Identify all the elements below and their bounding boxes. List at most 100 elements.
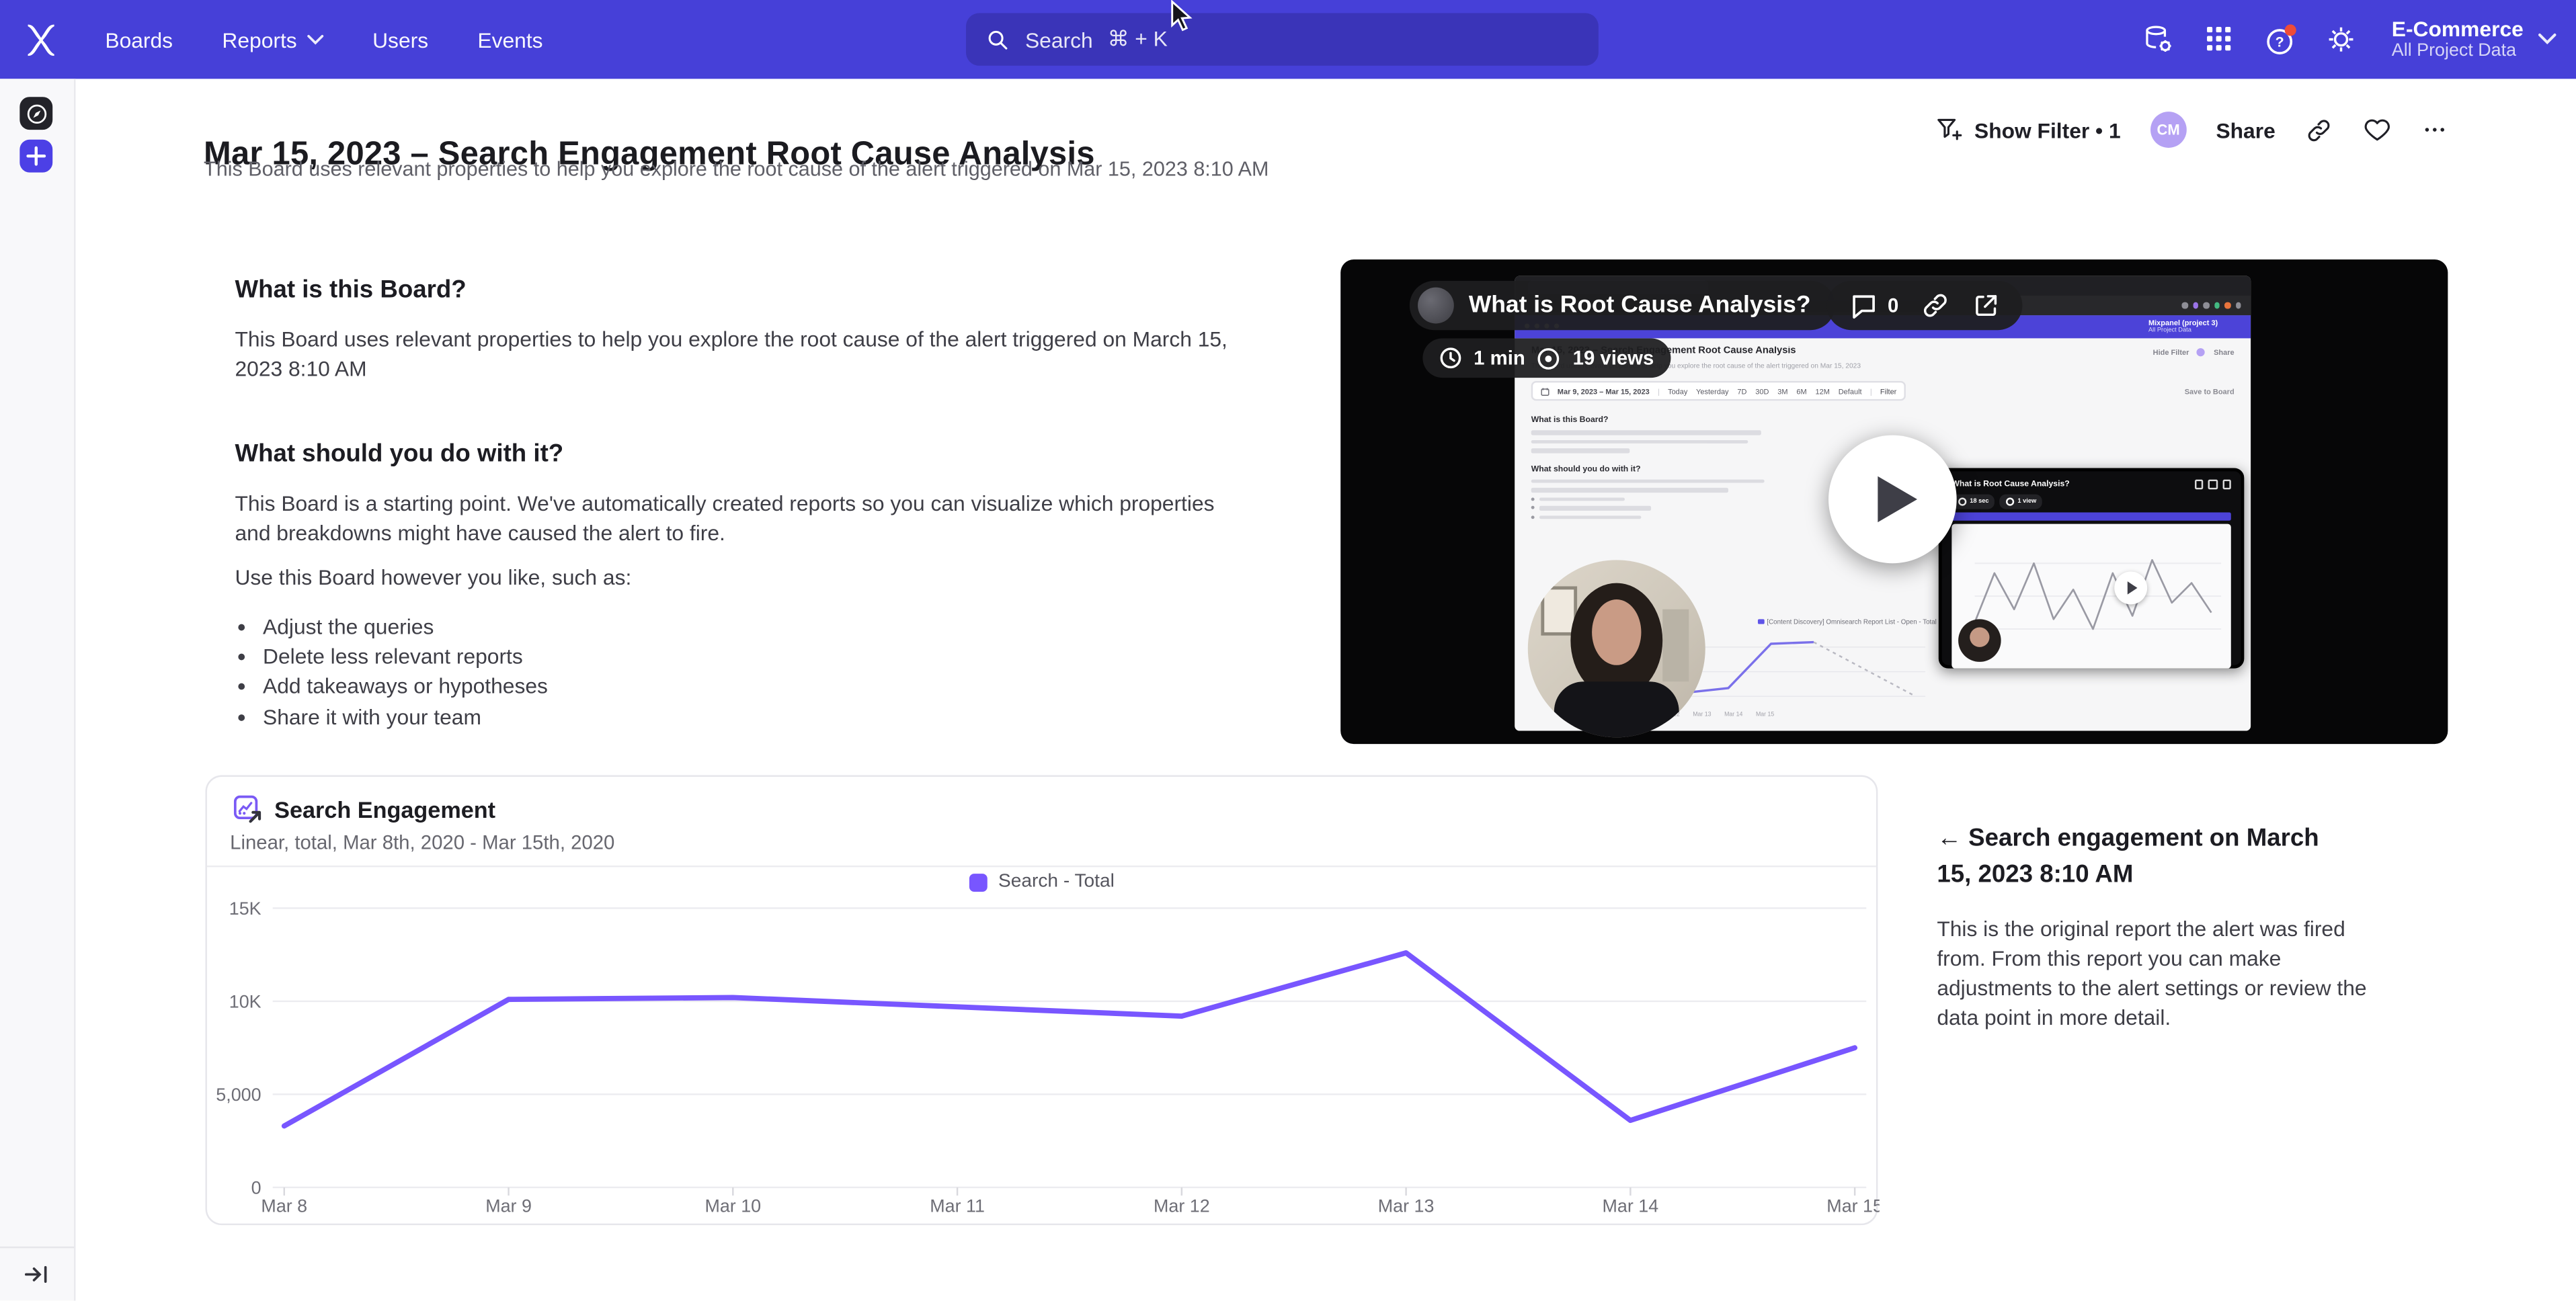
project-scope: All Project Data [2392, 40, 2524, 62]
svg-text:Mar 9: Mar 9 [485, 1196, 532, 1216]
copy-link-button[interactable] [2305, 116, 2333, 144]
grid-icon [2203, 23, 2234, 54]
video-title-pill: What is Root Cause Analysis? [1410, 281, 1835, 330]
database-gear-icon [2142, 23, 2175, 56]
mini-filter: Filter [1880, 387, 1896, 395]
svg-text:Mar 15: Mar 15 [1826, 1196, 1879, 1216]
mini-save-to-board: Save to Board [2185, 387, 2235, 395]
comment-icon[interactable] [1848, 290, 1879, 321]
link-icon[interactable] [1920, 291, 1949, 321]
nested-webcam-circle [1958, 618, 2001, 661]
gear-icon [2325, 23, 2358, 56]
nav-right-cluster: ? E-Commerce All Project Data [2142, 0, 2556, 79]
usage-list: Adjust the queries Delete less relevant … [235, 613, 1234, 732]
settings-button[interactable] [2325, 23, 2358, 56]
engagement-line-chart[interactable]: 05,00010K15KMar 8Mar 9Mar 10Mar 11Mar 12… [207, 866, 1880, 1227]
mini-project-scope: All Project Data [2148, 327, 2218, 334]
svg-text:Mar 11: Mar 11 [930, 1196, 985, 1216]
avatar[interactable]: CM [2150, 112, 2187, 148]
mini-project-name: Mixpanel (project 3) [2148, 318, 2218, 327]
apps-grid-button[interactable] [2203, 23, 2236, 56]
report-card: Search Engagement Linear, total, Mar 8th… [205, 775, 1878, 1226]
report-note-heading: ← Search engagement on March 15, 2023 8:… [1937, 821, 2351, 894]
play-button[interactable] [1828, 435, 1957, 564]
report-note-body: This is the original report the alert wa… [1937, 915, 2377, 1033]
chevron-down-icon [2538, 33, 2557, 46]
line-report-icon [233, 795, 264, 826]
mixpanel-board-page: Boards Reports Users Events Search ⌘ + K [0, 0, 2576, 1301]
nav-item-label: Users [372, 27, 428, 52]
nav-item-events[interactable]: Events [477, 27, 542, 52]
expand-sidebar-button[interactable] [23, 1263, 49, 1286]
video-card[interactable]: Mixpanel (project 3) All Project Data Ma… [1340, 259, 2448, 744]
webcam-circle [1528, 560, 1705, 737]
svg-text:?: ? [2275, 34, 2284, 50]
eye-icon [2005, 497, 2014, 505]
nav-item-boards[interactable]: Boards [105, 27, 173, 52]
mini-heading-1: What is this Board? [1531, 415, 1778, 425]
share-button[interactable]: Share [2216, 118, 2275, 142]
video-stats-pill: 1 min 19 views [1422, 338, 1670, 378]
nested-video-icons [2194, 480, 2231, 489]
nav-item-label: Boards [105, 27, 173, 52]
compass-icon [24, 101, 48, 126]
nested-views: 1 view [2017, 498, 2036, 505]
list-item: Share it with your team [263, 702, 1234, 732]
more-options-button[interactable] [2421, 117, 2448, 143]
board-subtitle: This Board uses relevant properties to h… [204, 158, 1269, 181]
nav-item-users[interactable]: Users [372, 27, 428, 52]
link-icon [2305, 116, 2333, 144]
report-note: ← Search engagement on March 15, 2023 8:… [1937, 821, 2377, 1033]
search-placeholder: Search [1025, 27, 1093, 52]
eye-icon [1537, 345, 1562, 370]
project-switcher[interactable]: E-Commerce All Project Data [2392, 17, 2557, 62]
video-actions-pill: 0 [1827, 281, 2022, 330]
nav-item-label: Reports [222, 27, 296, 52]
svg-text:Mar 8: Mar 8 [261, 1196, 307, 1216]
svg-text:15K: 15K [229, 898, 261, 919]
board-controls: Show Filter • 1 CM Share [1933, 108, 2448, 151]
filter-plus-icon [1933, 115, 1963, 144]
mini-avatar [2198, 347, 2206, 355]
heart-icon [2362, 115, 2392, 144]
mini-heading-2: What should you do with it? [1531, 464, 1778, 474]
calendar-icon [1541, 387, 1549, 395]
ellipsis-icon [2421, 117, 2448, 143]
list-item: Adjust the queries [263, 613, 1234, 642]
show-filter-label: Show Filter • 1 [1974, 118, 2121, 142]
help-button[interactable]: ? [2263, 23, 2296, 56]
nested-video-frame: What is Root Cause Analysis? 18 sec 1 vi… [1939, 468, 2245, 669]
svg-text:Mar 13: Mar 13 [1378, 1196, 1435, 1216]
data-management-button[interactable] [2142, 23, 2175, 56]
primary-nav: Boards Reports Users Events [105, 27, 542, 52]
svg-text:Mar 10: Mar 10 [705, 1196, 761, 1216]
section-body-what-do: This Board is a starting point. We've au… [235, 489, 1234, 548]
mini-legend: [Content Discovery] Omnisearch Report Li… [1767, 618, 1936, 626]
chevron-down-icon [307, 34, 323, 45]
mouse-cursor [1170, 0, 1193, 33]
search-icon [985, 27, 1010, 52]
report-title[interactable]: Search Engagement [274, 796, 495, 823]
board-text-block: What is this Board? This Board uses rele… [235, 263, 1234, 732]
mixpanel-logo-icon[interactable] [22, 19, 61, 59]
left-sidebar [0, 79, 75, 1300]
open-external-icon[interactable] [1971, 291, 2001, 321]
show-filter-button[interactable]: Show Filter • 1 [1933, 115, 2121, 144]
video-views: 19 views [1573, 347, 1654, 370]
svg-text:5,000: 5,000 [216, 1085, 261, 1105]
plus-icon [26, 146, 46, 166]
favorite-button[interactable] [2362, 115, 2392, 144]
list-item: Add takeaways or hypotheses [263, 673, 1234, 702]
top-navbar: Boards Reports Users Events Search ⌘ + K [0, 0, 2576, 79]
section-heading-what-do: What should you do with it? [235, 440, 1234, 468]
nav-item-reports[interactable]: Reports [222, 27, 323, 52]
svg-text:0: 0 [251, 1178, 261, 1198]
clock-icon [1958, 497, 1966, 505]
search-input[interactable]: Search ⌘ + K [966, 13, 1599, 66]
discover-button[interactable] [19, 97, 52, 130]
help-icon: ? [2263, 23, 2298, 57]
list-item: Delete less relevant reports [263, 642, 1234, 672]
create-new-button[interactable] [19, 140, 52, 173]
avatar-initials: CM [2157, 122, 2179, 138]
clock-icon [1439, 347, 1462, 370]
